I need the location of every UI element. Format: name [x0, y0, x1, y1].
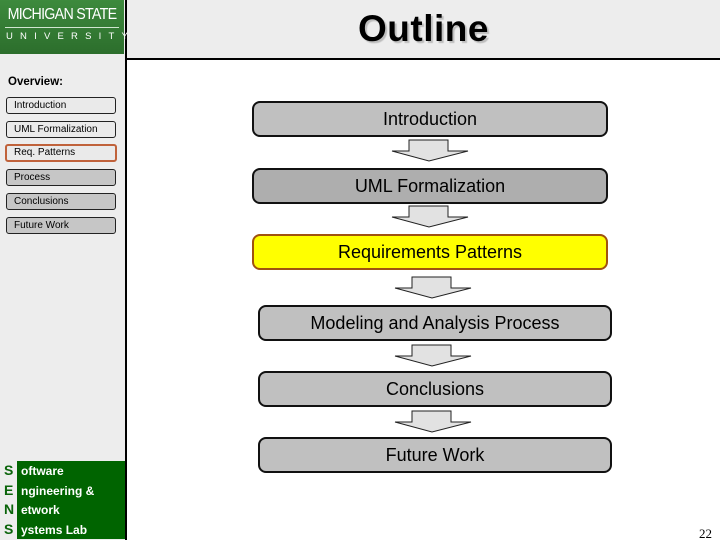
sidebar-item-future-work[interactable]: Future Work [6, 217, 116, 234]
sens-word: ngineering & [21, 483, 95, 498]
sens-word: oftware [21, 464, 64, 478]
logo-line-2: UNIVERSITY [6, 31, 136, 42]
down-arrow-icon [391, 139, 469, 162]
sens-letter: S [4, 520, 14, 537]
flow-step-modeling-analysis-process[interactable]: Modeling and Analysis Process [258, 305, 612, 341]
flow-step-uml-formalization[interactable]: UML Formalization [252, 168, 608, 204]
sens-row: N etwork [0, 500, 127, 520]
sens-row: E ngineering & [0, 480, 127, 500]
flow-step-requirements-patterns[interactable]: Requirements Patterns [252, 234, 608, 270]
sens-word: ystems Lab [21, 522, 88, 537]
flow-step-introduction[interactable]: Introduction [252, 101, 608, 137]
sens-row: S oftware [0, 461, 127, 481]
overview-label: Overview: [8, 76, 63, 88]
flow-step-conclusions[interactable]: Conclusions [258, 371, 612, 407]
down-arrow-icon [394, 410, 472, 433]
sens-letter: S [4, 462, 14, 478]
sidebar: MICHIGAN STATE UNIVERSITY Overview: Intr… [0, 0, 136, 540]
sidebar-item-req-patterns[interactable]: Req. Patterns [5, 144, 117, 162]
slide-title: Outline [358, 8, 489, 49]
sens-row: S ystems Lab [0, 519, 127, 539]
sens-lab-logo: S oftware E ngineering & N etwork S yste… [0, 461, 127, 540]
flow-step-future-work[interactable]: Future Work [258, 437, 612, 473]
logo-line-1: MICHIGAN STATE [7, 6, 118, 23]
down-arrow-icon [394, 344, 472, 367]
msu-logo: MICHIGAN STATE UNIVERSITY [0, 0, 136, 54]
sidebar-item-introduction[interactable]: Introduction [6, 97, 116, 114]
sens-letter: E [4, 481, 14, 498]
sens-word: etwork [21, 503, 60, 517]
logo-divider [5, 27, 119, 28]
down-arrow-icon [394, 276, 472, 299]
down-arrow-icon [391, 205, 469, 228]
sidebar-item-process[interactable]: Process [6, 169, 116, 186]
sidebar-item-conclusions[interactable]: Conclusions [6, 193, 116, 210]
sens-letter: N [4, 501, 15, 517]
sidebar-item-uml-formalization[interactable]: UML Formalization [6, 121, 116, 138]
